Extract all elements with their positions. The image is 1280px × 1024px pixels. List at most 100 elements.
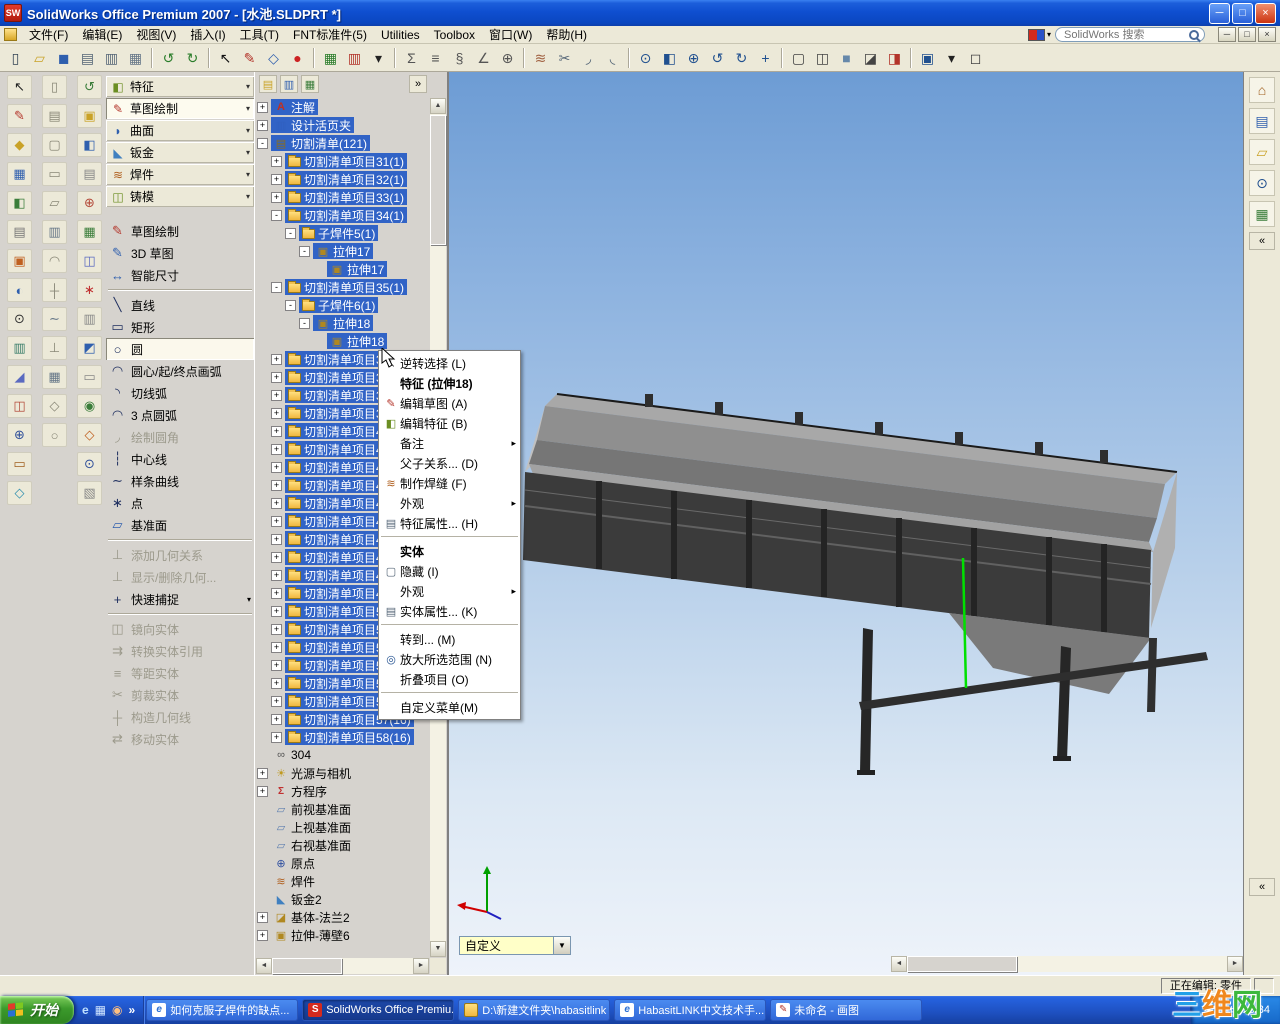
reference-geometry-icon[interactable]: ◇ xyxy=(262,46,285,69)
select-icon[interactable]: ↖ xyxy=(214,46,237,69)
left-toolbar-icon[interactable]: ▤ xyxy=(7,220,32,244)
left-toolbar-icon[interactable]: ⊙ xyxy=(7,307,32,331)
chevron-down-icon[interactable]: ▼ xyxy=(553,937,570,954)
command-tab[interactable]: ◗ 曲面 ▾ xyxy=(106,120,254,141)
expand-toggle-icon[interactable] xyxy=(271,425,282,437)
start-button[interactable]: 开始 xyxy=(0,996,74,1024)
expand-toggle-icon[interactable] xyxy=(271,569,282,581)
menu-item[interactable]: 文件(F) xyxy=(22,25,75,44)
expand-toggle-icon[interactable] xyxy=(257,101,268,113)
scrollbar-thumb[interactable] xyxy=(907,956,1017,972)
sketch-tool-button[interactable]: ✂ 剪裁实体 xyxy=(106,684,254,706)
left-toolbar-icon[interactable]: ⊕ xyxy=(7,423,32,447)
left-toolbar-icon[interactable]: ↺ xyxy=(77,75,102,99)
make-drawing-icon[interactable]: ▤ xyxy=(76,46,99,69)
expand-toggle-icon[interactable] xyxy=(299,245,310,257)
menu-item[interactable]: FNT标准件(5) xyxy=(286,25,374,44)
chevron-down-icon[interactable]: ▾ xyxy=(246,148,250,157)
doc-close-button[interactable]: × xyxy=(1258,27,1276,42)
taskbar-task[interactable]: SolidWorks Office Premiu... xyxy=(302,999,455,1021)
shaded-icon[interactable]: ■ xyxy=(835,46,858,69)
viewport-horizontal-scrollbar[interactable]: ◄ ► xyxy=(891,956,1243,972)
sketch-tool-button[interactable]: ⊥ 显示/删除几何... xyxy=(106,566,254,588)
left-toolbar-icon[interactable]: ◠ xyxy=(42,249,67,273)
sketch-tool-button[interactable]: ≡ 等距实体 xyxy=(106,662,254,684)
command-tab[interactable]: ✎ 草图绘制 ▾ xyxy=(106,98,254,119)
zoom-area-icon[interactable]: ◧ xyxy=(658,46,681,69)
context-menu-item[interactable]: 编辑特征 (B) xyxy=(379,413,520,433)
tree-item[interactable]: 切割清单项目58(16) xyxy=(257,728,429,746)
left-toolbar-icon[interactable]: ↖ xyxy=(7,75,32,99)
context-menu-item[interactable]: 隐藏 (I) xyxy=(379,561,520,581)
chevron-down-icon[interactable]: ▾ xyxy=(246,192,250,201)
left-toolbar-icon[interactable]: ▦ xyxy=(7,162,32,186)
save-icon[interactable]: ◼ xyxy=(52,46,75,69)
left-toolbar-icon[interactable]: ∼ xyxy=(42,307,67,331)
context-menu-item[interactable]: 放大所选范围 (N) xyxy=(379,649,520,669)
sketch-tool-button[interactable]: ✎ 3D 草图 xyxy=(106,242,254,264)
context-menu-item[interactable]: 实体属性... (K) xyxy=(379,601,520,621)
undo-icon[interactable]: ↺ xyxy=(157,46,180,69)
left-toolbar-icon[interactable]: ◇ xyxy=(7,481,32,505)
sketch-tool-button[interactable]: ∼ 样条曲线 xyxy=(106,470,254,492)
menu-item[interactable]: 工具(T) xyxy=(233,25,286,44)
bom-table-icon[interactable]: ▥ xyxy=(343,46,366,69)
media-player-icon[interactable]: ◉ xyxy=(112,1003,122,1017)
tree-item[interactable]: 切割清单项目33(1) xyxy=(257,188,429,206)
left-toolbar-icon[interactable]: ◐ xyxy=(7,278,32,302)
left-toolbar-icon[interactable]: ▭ xyxy=(42,162,67,186)
hidden-lines-icon[interactable]: ◫ xyxy=(811,46,834,69)
close-button[interactable]: × xyxy=(1255,2,1276,24)
expand-toggle-icon[interactable] xyxy=(257,785,268,797)
menu-item[interactable]: 编辑(E) xyxy=(75,25,129,44)
expand-toggle-icon[interactable] xyxy=(271,551,282,563)
doc-restore-button[interactable]: □ xyxy=(1238,27,1256,42)
chevron-down-icon[interactable]: ▾ xyxy=(246,104,250,113)
configuration-combo[interactable]: 自定义 ▼ xyxy=(459,936,571,955)
print-icon[interactable]: ▦ xyxy=(124,46,147,69)
fullscreen-icon[interactable]: ◻ xyxy=(964,46,987,69)
expand-toggle-icon[interactable] xyxy=(271,389,282,401)
sketch-tool-button[interactable]: ⊥ 添加几何关系 xyxy=(106,544,254,566)
solidworks-logo-icon[interactable] xyxy=(1027,28,1045,41)
sketch-tool-button[interactable]: ◠ 3 点圆弧 xyxy=(106,404,254,426)
expand-toggle-icon[interactable] xyxy=(285,227,296,239)
panel-expand-button[interactable]: » xyxy=(409,75,427,93)
expand-toggle-icon[interactable] xyxy=(257,929,268,941)
tree-horizontal-scrollbar[interactable]: ◄ ► xyxy=(256,958,429,974)
left-toolbar-icon[interactable]: ▥ xyxy=(42,220,67,244)
search-input[interactable] xyxy=(1055,27,1205,42)
taskbar-task[interactable]: 未命名 - 画图 xyxy=(770,999,923,1021)
pan-icon[interactable]: + xyxy=(754,46,777,69)
show-desktop-icon[interactable]: ▦ xyxy=(95,1003,106,1017)
left-toolbar-icon[interactable]: ◇ xyxy=(42,394,67,418)
context-menu-item[interactable]: 逆转选择 (L) xyxy=(379,353,520,373)
chevron-down-icon[interactable]: ▾ xyxy=(1047,30,1051,39)
expand-toggle-icon[interactable] xyxy=(271,623,282,635)
sketch-tool-button[interactable]: ◞ 绘制圆角 xyxy=(106,426,254,448)
tree-item[interactable]: 基体-法兰2 xyxy=(257,908,429,926)
tree-item[interactable]: 切割清单项目35(1) xyxy=(257,278,429,296)
scroll-left-icon[interactable]: ◄ xyxy=(891,956,907,972)
sketch-tool-button[interactable]: ⇉ 转换实体引用 xyxy=(106,640,254,662)
left-toolbar-icon[interactable]: ✎ xyxy=(7,104,32,128)
quick-launch-chevron-icon[interactable]: » xyxy=(129,1003,136,1017)
open-icon[interactable]: ▱ xyxy=(28,46,51,69)
sketch-tool-button[interactable]: ○ 圆 xyxy=(106,338,254,360)
shadows-icon[interactable]: ◪ xyxy=(859,46,882,69)
expand-toggle-icon[interactable] xyxy=(271,533,282,545)
sketch-tool-button[interactable]: ✎ 草图绘制 xyxy=(106,220,254,242)
tree-item[interactable]: 上视基准面 xyxy=(257,818,429,836)
make-assembly-icon[interactable]: ▥ xyxy=(100,46,123,69)
design-library-icon[interactable]: ▤ xyxy=(1249,108,1275,134)
left-toolbar-icon[interactable]: ▭ xyxy=(77,365,102,389)
expand-toggle-icon[interactable] xyxy=(271,461,282,473)
tree-item[interactable]: 子焊件5(1) xyxy=(257,224,429,242)
context-menu-item[interactable]: 父子关系... (D) xyxy=(379,453,520,473)
tree-item[interactable]: 子焊件6(1) xyxy=(257,296,429,314)
menu-item[interactable]: 插入(I) xyxy=(183,25,232,44)
sketch-tool-button[interactable]: ↔ 智能尺寸 xyxy=(106,264,254,286)
design-table-icon[interactable]: ▦ xyxy=(319,46,342,69)
expand-toggle-icon[interactable] xyxy=(271,407,282,419)
expand-toggle-icon[interactable] xyxy=(257,137,268,149)
